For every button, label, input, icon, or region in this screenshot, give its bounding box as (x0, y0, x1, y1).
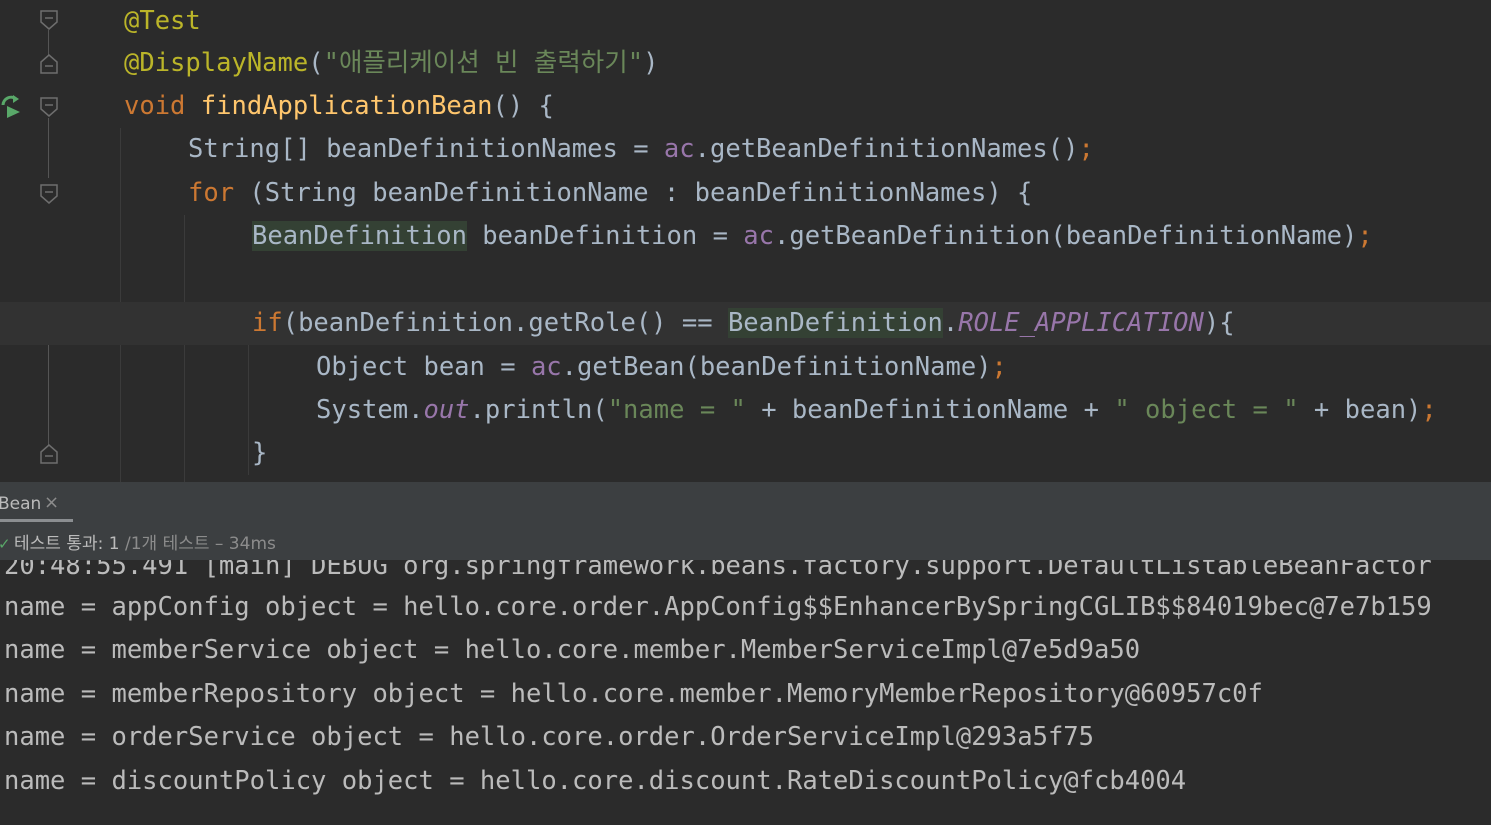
field-ref: ac (743, 221, 774, 251)
semicolon: ; (1421, 395, 1437, 425)
code-line: } (0, 432, 267, 475)
code-text: System. (316, 395, 424, 425)
passed-count: 1 (108, 534, 120, 554)
console-line: name = memberService object = hello.core… (4, 635, 1141, 665)
code-line: Object bean = ac.getBean(beanDefinitionN… (0, 346, 1007, 389)
code-text: .getBeanDefinition(beanDefinitionName) (774, 221, 1358, 251)
code-text: + beanDefinitionName + (745, 395, 1115, 425)
code-text: () { (492, 91, 554, 121)
console-line-partial: 20:48:55.491 [main] DEBUG org.springfram… (4, 560, 1432, 581)
highlighted-type: BeanDefinition (252, 221, 467, 251)
indent-guide (248, 345, 249, 475)
code-text: .getBean(beanDefinitionName) (561, 352, 992, 382)
active-tab-indicator (0, 519, 73, 522)
console-line: name = orderService object = hello.core.… (4, 722, 1095, 752)
total-tests: /1개 테스트 (124, 534, 210, 554)
indent-guide (184, 215, 185, 482)
code-text: .println( (469, 395, 608, 425)
annotation: @Test (124, 6, 201, 36)
code-text: beanDefinition = (466, 221, 744, 251)
string-literal: " object = " (1114, 395, 1299, 425)
annotation: @DisplayName (124, 48, 309, 78)
keyword: void (124, 91, 186, 121)
console-line: name = appConfig object = hello.core.ord… (4, 592, 1432, 622)
tab-label: Bean (0, 494, 42, 514)
code-line: @DisplayName("애플리케이션 빈 출력하기") (0, 42, 658, 85)
field-ref: ac (663, 134, 695, 164)
method-name: findApplicationBean (200, 91, 493, 121)
semicolon: ; (1078, 134, 1094, 164)
highlighted-type: BeanDefinition (727, 308, 943, 338)
current-code-line: if(beanDefinition.getRole() == BeanDefin… (0, 302, 1491, 345)
close-icon[interactable]: × (44, 492, 59, 513)
keyword: if (252, 308, 283, 338)
code-line: for (String beanDefinitionName : beanDef… (0, 172, 1032, 215)
paren: ( (308, 48, 324, 78)
code-text: . (942, 308, 959, 338)
test-status-bar: ✓ 테스트 통과: 1 /1개 테스트 – 34ms (0, 526, 1491, 562)
code-text: (String beanDefinitionName : beanDefinit… (234, 178, 1033, 208)
field-ref: ac (530, 352, 562, 382)
paren: ) (643, 48, 659, 78)
code-line: void findApplicationBean() { (0, 85, 554, 128)
console-line: name = discountPolicy object = hello.cor… (4, 766, 1187, 796)
console-output[interactable]: 20:48:55.491 [main] DEBUG org.springfram… (0, 560, 1491, 825)
status-label: 테스트 통과: (14, 534, 104, 554)
code-text: String[] beanDefinitionNames = (188, 134, 664, 164)
code-text: .getBeanDefinitionNames() (694, 134, 1079, 164)
static-field: out (423, 395, 470, 425)
check-icon: ✓ (0, 535, 11, 553)
semicolon: ; (1357, 221, 1373, 251)
run-panel-tabs: Bean × (0, 484, 1491, 526)
duration: – 34ms (214, 534, 276, 554)
code-line: String[] beanDefinitionNames = ac.getBea… (0, 128, 1094, 171)
console-line: name = memberRepository object = hello.c… (4, 679, 1263, 709)
semicolon: ; (991, 352, 1007, 382)
string-literal: "name = " (607, 395, 746, 425)
keyword: for (188, 178, 235, 208)
code-text: (beanDefinition.getRole() == (282, 308, 728, 338)
code-editor[interactable]: @Test @DisplayName("애플리케이션 빈 출력하기") void… (0, 0, 1491, 482)
code-line: @Test (0, 0, 201, 43)
code-text: + bean) (1298, 395, 1422, 425)
code-text: ){ (1203, 308, 1235, 338)
code-text: Object bean = (316, 352, 531, 382)
string-literal: "애플리케이션 빈 출력하기" (323, 48, 644, 78)
constant: ROLE_APPLICATION (958, 308, 1204, 338)
code-line: BeanDefinition beanDefinition = ac.getBe… (0, 215, 1373, 258)
code-line: System.out.println("name = " + beanDefin… (0, 389, 1437, 432)
code-text: } (252, 438, 268, 468)
